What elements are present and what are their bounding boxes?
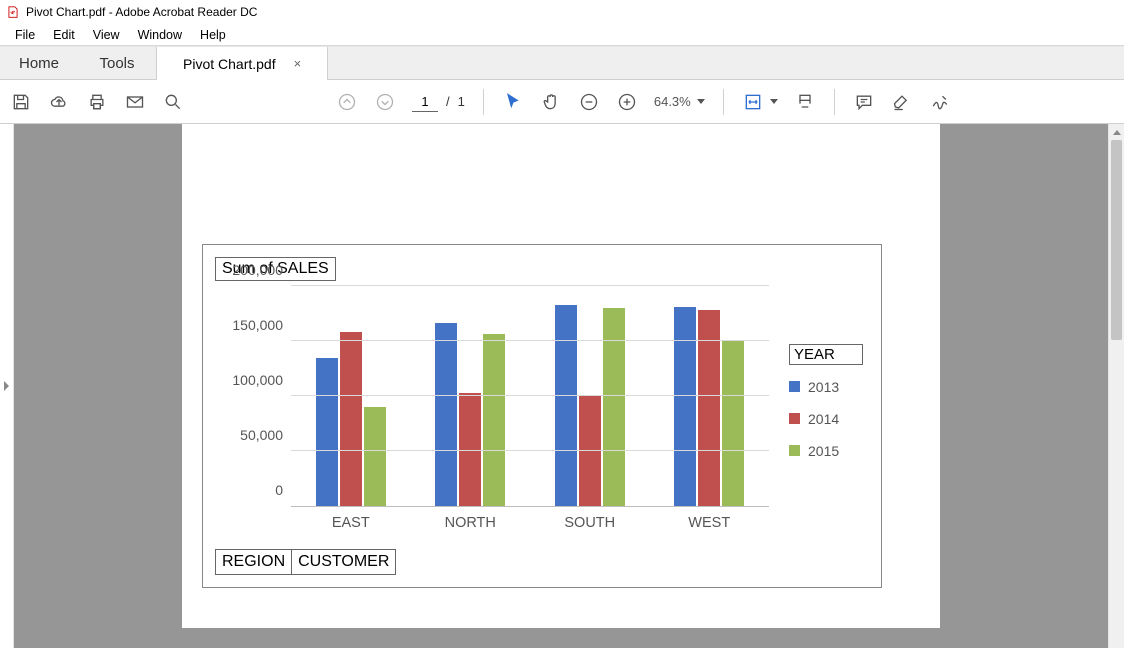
x-tick: NORTH bbox=[411, 507, 531, 531]
plot-area: 050,000100,000150,000200,000 bbox=[291, 287, 769, 507]
side-panel-toggle[interactable] bbox=[0, 124, 14, 648]
bar-group bbox=[530, 287, 650, 506]
x-tick: SOUTH bbox=[530, 507, 650, 531]
bar bbox=[603, 308, 625, 506]
field-customer: CUSTOMER bbox=[292, 549, 396, 575]
y-tick: 100,000 bbox=[232, 372, 283, 388]
bar bbox=[316, 358, 338, 507]
bar bbox=[364, 407, 386, 506]
page-nav: / 1 bbox=[412, 92, 465, 112]
bar-group bbox=[411, 287, 531, 506]
field-region: REGION bbox=[215, 549, 292, 575]
chevron-right-icon bbox=[4, 381, 9, 391]
search-icon[interactable] bbox=[162, 91, 184, 113]
y-tick: 0 bbox=[275, 482, 283, 498]
pivot-chart: Sum of SALES 050,000100,000150,000200,00… bbox=[202, 244, 882, 588]
sign-icon[interactable] bbox=[929, 91, 951, 113]
legend-item: 2013 bbox=[789, 379, 869, 395]
plot-wrap: 050,000100,000150,000200,000 EASTNORTHSO… bbox=[215, 287, 779, 531]
save-icon[interactable] bbox=[10, 91, 32, 113]
page-sep: / bbox=[446, 94, 450, 109]
hand-tool-icon[interactable] bbox=[540, 91, 562, 113]
menu-help[interactable]: Help bbox=[191, 26, 235, 44]
bar bbox=[555, 305, 577, 506]
legend-title: YEAR bbox=[789, 344, 863, 365]
scroll-thumb[interactable] bbox=[1111, 140, 1122, 340]
bar bbox=[579, 396, 601, 506]
bar bbox=[340, 332, 362, 506]
menu-bar: File Edit View Window Help bbox=[0, 24, 1124, 46]
fit-width-icon[interactable] bbox=[742, 91, 764, 113]
legend-item: 2014 bbox=[789, 411, 869, 427]
menu-file[interactable]: File bbox=[6, 26, 44, 44]
caret-down-icon bbox=[697, 99, 705, 104]
legend-swatch bbox=[789, 381, 800, 392]
menu-edit[interactable]: Edit bbox=[44, 26, 84, 44]
bar-group bbox=[650, 287, 770, 506]
x-tick: EAST bbox=[291, 507, 411, 531]
acrobat-icon bbox=[6, 5, 20, 19]
tab-tools[interactable]: Tools bbox=[78, 47, 156, 79]
page-current-input[interactable] bbox=[412, 92, 438, 112]
tab-home[interactable]: Home bbox=[0, 47, 78, 79]
print-icon[interactable] bbox=[86, 91, 108, 113]
divider bbox=[834, 89, 835, 115]
tab-document[interactable]: Pivot Chart.pdf × bbox=[156, 47, 328, 80]
y-tick: 200,000 bbox=[232, 262, 283, 278]
bar-groups bbox=[291, 287, 769, 506]
zoom-out-icon[interactable] bbox=[578, 91, 600, 113]
y-tick: 150,000 bbox=[232, 317, 283, 333]
select-tool-icon[interactable] bbox=[502, 91, 524, 113]
bar-group bbox=[291, 287, 411, 506]
legend-swatch bbox=[789, 445, 800, 456]
legend-label: 2015 bbox=[808, 443, 839, 459]
tab-close-icon[interactable]: × bbox=[294, 56, 302, 71]
zoom-in-icon[interactable] bbox=[616, 91, 638, 113]
caret-down-icon[interactable] bbox=[770, 99, 778, 104]
bar bbox=[674, 307, 696, 506]
window-title: Pivot Chart.pdf - Adobe Acrobat Reader D… bbox=[26, 5, 257, 19]
x-labels: EASTNORTHSOUTHWEST bbox=[291, 507, 769, 531]
page-display-icon[interactable] bbox=[794, 91, 816, 113]
zoom-value: 64.3% bbox=[654, 94, 691, 109]
toolbar: / 1 64.3% bbox=[0, 80, 1124, 124]
y-tick: 50,000 bbox=[240, 427, 283, 443]
x-tick: WEST bbox=[650, 507, 770, 531]
bar bbox=[435, 323, 457, 506]
email-icon[interactable] bbox=[124, 91, 146, 113]
zoom-dropdown[interactable]: 64.3% bbox=[654, 94, 705, 109]
legend-swatch bbox=[789, 413, 800, 424]
work-area: Sum of SALES 050,000100,000150,000200,00… bbox=[0, 124, 1124, 648]
menu-view[interactable]: View bbox=[84, 26, 129, 44]
comment-icon[interactable] bbox=[853, 91, 875, 113]
page-up-icon[interactable] bbox=[336, 91, 358, 113]
vertical-scrollbar[interactable] bbox=[1108, 124, 1124, 648]
document-canvas[interactable]: Sum of SALES 050,000100,000150,000200,00… bbox=[14, 124, 1108, 648]
page-total: 1 bbox=[458, 94, 465, 109]
legend: YEAR 2013 2014 2015 bbox=[779, 287, 869, 531]
divider bbox=[483, 89, 484, 115]
legend-item: 2015 bbox=[789, 443, 869, 459]
axis-fields: REGION CUSTOMER bbox=[215, 549, 869, 575]
cloud-upload-icon[interactable] bbox=[48, 91, 70, 113]
menu-window[interactable]: Window bbox=[129, 26, 191, 44]
bar bbox=[483, 334, 505, 506]
divider bbox=[723, 89, 724, 115]
page-down-icon[interactable] bbox=[374, 91, 396, 113]
highlight-icon[interactable] bbox=[891, 91, 913, 113]
legend-label: 2013 bbox=[808, 379, 839, 395]
title-bar: Pivot Chart.pdf - Adobe Acrobat Reader D… bbox=[0, 0, 1124, 24]
legend-label: 2014 bbox=[808, 411, 839, 427]
scroll-up-icon[interactable] bbox=[1109, 124, 1124, 140]
tab-document-label: Pivot Chart.pdf bbox=[183, 56, 276, 72]
pdf-page: Sum of SALES 050,000100,000150,000200,00… bbox=[182, 124, 940, 628]
tabs-row: Home Tools Pivot Chart.pdf × bbox=[0, 46, 1124, 80]
bar bbox=[722, 341, 744, 506]
